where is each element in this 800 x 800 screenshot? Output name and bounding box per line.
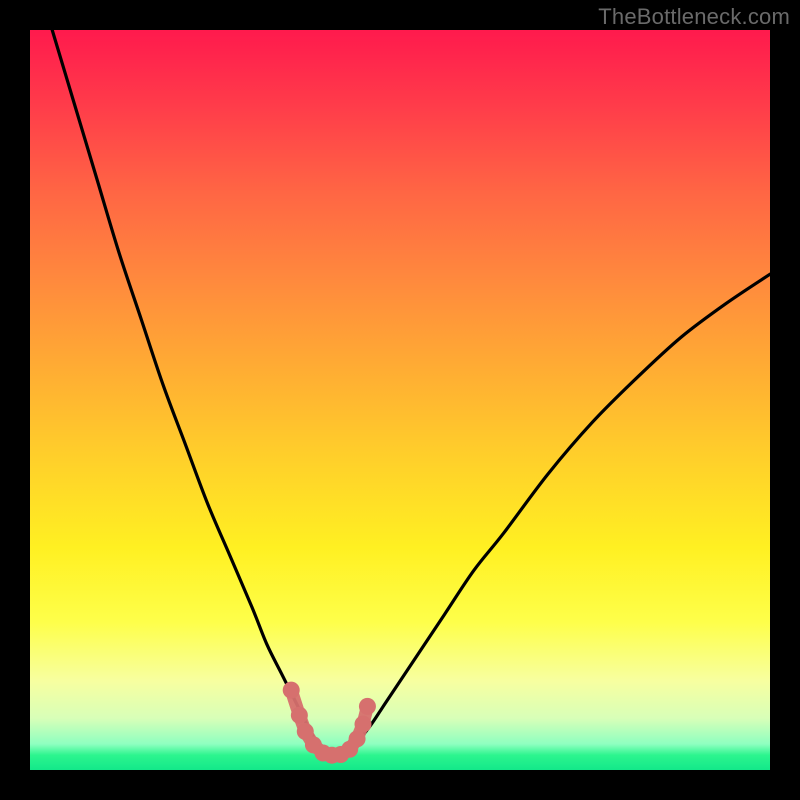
marker-dot (359, 698, 376, 715)
watermark-text: TheBottleneck.com (598, 4, 790, 30)
marker-dot (355, 716, 372, 733)
marker-dot (291, 707, 308, 724)
marker-dot (283, 682, 300, 699)
plot-area (30, 30, 770, 770)
chart-frame: TheBottleneck.com (0, 0, 800, 800)
highlight-markers (283, 682, 376, 764)
chart-svg (30, 30, 770, 770)
bottleneck-curve (52, 30, 770, 756)
marker-dot (349, 730, 366, 747)
